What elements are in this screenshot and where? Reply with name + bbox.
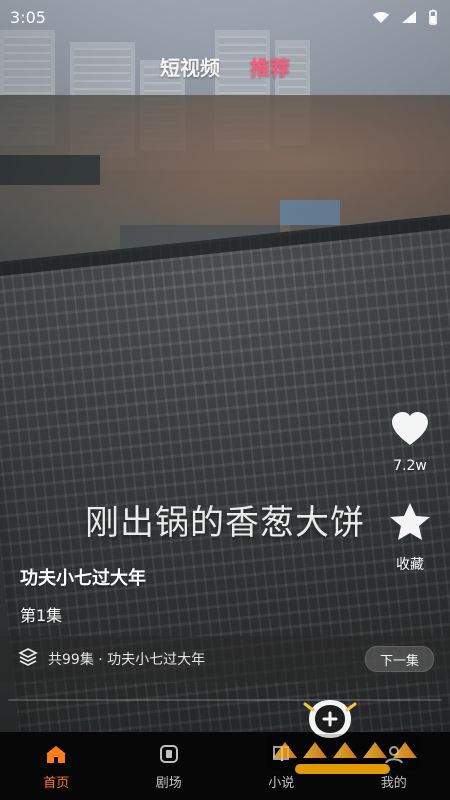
tab-short-video[interactable]: 短视频 xyxy=(160,52,220,81)
wifi-icon xyxy=(372,10,390,24)
layers-icon xyxy=(18,647,38,671)
next-episode-button[interactable]: 下一集 xyxy=(364,646,434,672)
status-bar: 3:05 xyxy=(0,0,450,34)
nav-theater[interactable]: 剧场 xyxy=(124,742,214,791)
nav-novel-label: 小说 xyxy=(268,776,295,791)
like-count: 7.2w xyxy=(393,458,427,474)
heart-icon[interactable] xyxy=(388,408,432,452)
nav-me-label: 我的 xyxy=(380,776,407,791)
nav-me[interactable]: 我的 xyxy=(349,742,439,791)
video-subtitle: 刚出锅的香葱大饼 xyxy=(85,503,365,543)
series-title[interactable]: 功夫小七过大年 xyxy=(20,564,146,590)
nav-theater-label: 剧场 xyxy=(155,776,182,791)
like-action[interactable]: 7.2w xyxy=(388,408,432,474)
nav-home[interactable]: 首页 xyxy=(11,742,101,791)
signal-icon xyxy=(400,10,418,24)
next-episode-label: 下一集 xyxy=(379,653,419,669)
book-icon xyxy=(269,742,293,766)
series-bar[interactable]: 共99集 · 功夫小七过大年 下一集 xyxy=(0,636,450,682)
status-time: 3:05 xyxy=(10,7,46,27)
home-icon xyxy=(44,742,68,766)
battery-icon xyxy=(428,9,438,25)
nav-home-label: 首页 xyxy=(43,776,70,791)
user-icon xyxy=(382,742,406,766)
tab-recommend[interactable]: 推荐 xyxy=(250,52,290,81)
episode-label: 第1集 xyxy=(20,606,63,625)
top-tabs: 短视频 推荐 xyxy=(0,52,450,81)
favorite-label: 收藏 xyxy=(396,557,424,573)
video-screen: 3:05 短视频 推荐 7.2w 收藏 刚出锅的香葱大饼 功夫小七过大年 第1集… xyxy=(0,0,450,800)
status-icons xyxy=(372,9,438,25)
series-info-text: 共99集 · 功夫小七过大年 xyxy=(48,652,206,668)
theater-icon xyxy=(157,742,181,766)
bottom-navigation: 首页 剧场 小说 我的 xyxy=(0,732,450,800)
right-action-bar: 7.2w 收藏 xyxy=(380,408,440,574)
video-progress-track[interactable] xyxy=(8,699,442,701)
nav-novel[interactable]: 小说 xyxy=(236,742,326,791)
